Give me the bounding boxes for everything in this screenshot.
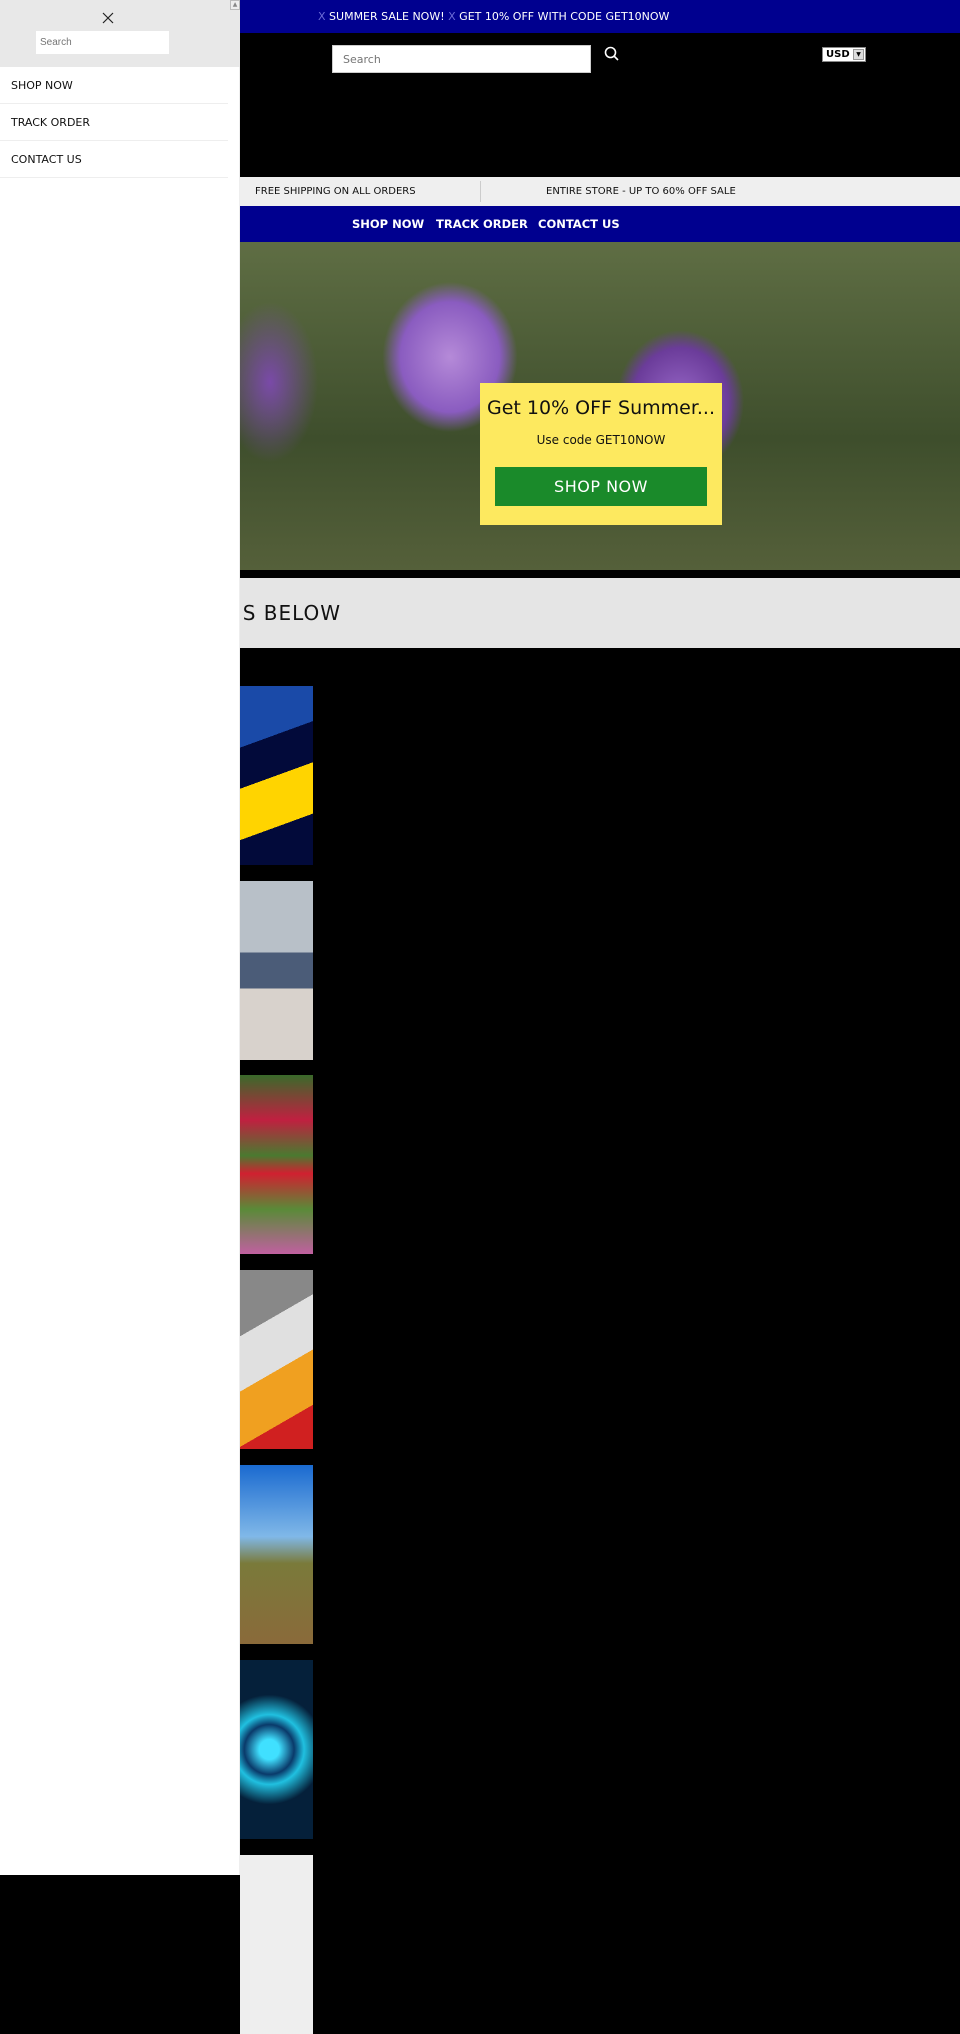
nav-contact-us[interactable]: CONTACT US (538, 206, 620, 242)
shop-now-button[interactable]: SHOP NOW (495, 467, 707, 506)
collection-thumb-security[interactable] (240, 1660, 313, 1839)
shipping-text: FREE SHIPPING ON ALL ORDERS (255, 186, 416, 197)
sale-text: ENTIRE STORE - UP TO 60% OFF SALE (546, 186, 736, 197)
collection-thumb-garden[interactable] (240, 1075, 313, 1254)
main-nav: SHOP NOW TRACK ORDER CONTACT US (240, 206, 960, 242)
separator-icon: X (318, 10, 326, 23)
promo-subtitle: Use code GET10NOW (536, 433, 666, 447)
mobile-drawer: SHOP NOW TRACK ORDER CONTACT US (0, 0, 240, 1875)
collection-thumb-tools[interactable] (240, 1270, 313, 1449)
scrollbar-up-arrow[interactable]: ▲ (230, 0, 240, 10)
collection-thumb-sale[interactable] (240, 686, 313, 865)
search-input[interactable] (332, 45, 591, 73)
collection-thumb-hiking[interactable] (240, 1465, 313, 1644)
close-icon[interactable] (102, 12, 114, 24)
currency-select[interactable]: USD ▼ (822, 47, 866, 62)
drawer-item-shop-now[interactable]: SHOP NOW (0, 67, 228, 104)
promo-box: Get 10% OFF Summer... Use code GET10NOW … (480, 383, 722, 525)
section-heading: ONS BELOW (240, 601, 342, 625)
drawer-header (0, 0, 240, 67)
promo-title: Get 10% OFF Summer... (486, 397, 716, 419)
announcement-bar: X SUMMER SALE NOW! X GET 10% OFF WITH CO… (240, 0, 960, 33)
announcement-text: GET 10% OFF WITH CODE GET10NOW (459, 10, 670, 23)
announcement-text: SUMMER SALE NOW! (329, 10, 445, 23)
drawer-search-input[interactable] (36, 31, 169, 54)
separator-icon: X (448, 10, 456, 23)
collection-thumb-kitchen[interactable] (240, 881, 313, 1060)
currency-value: USD (826, 49, 850, 60)
nav-shop-now[interactable]: SHOP NOW (352, 206, 424, 242)
divider (480, 181, 481, 202)
info-strip: FREE SHIPPING ON ALL ORDERS ENTIRE STORE… (240, 177, 960, 206)
search-icon[interactable] (604, 46, 620, 62)
nav-track-order[interactable]: TRACK ORDER (436, 206, 528, 242)
chevron-down-icon: ▼ (853, 49, 864, 60)
section-heading-band: ONS BELOW (240, 578, 960, 648)
drawer-item-track-order[interactable]: TRACK ORDER (0, 104, 228, 141)
collection-thumb-partial[interactable] (240, 1855, 313, 2034)
drawer-item-contact-us[interactable]: CONTACT US (0, 141, 228, 178)
